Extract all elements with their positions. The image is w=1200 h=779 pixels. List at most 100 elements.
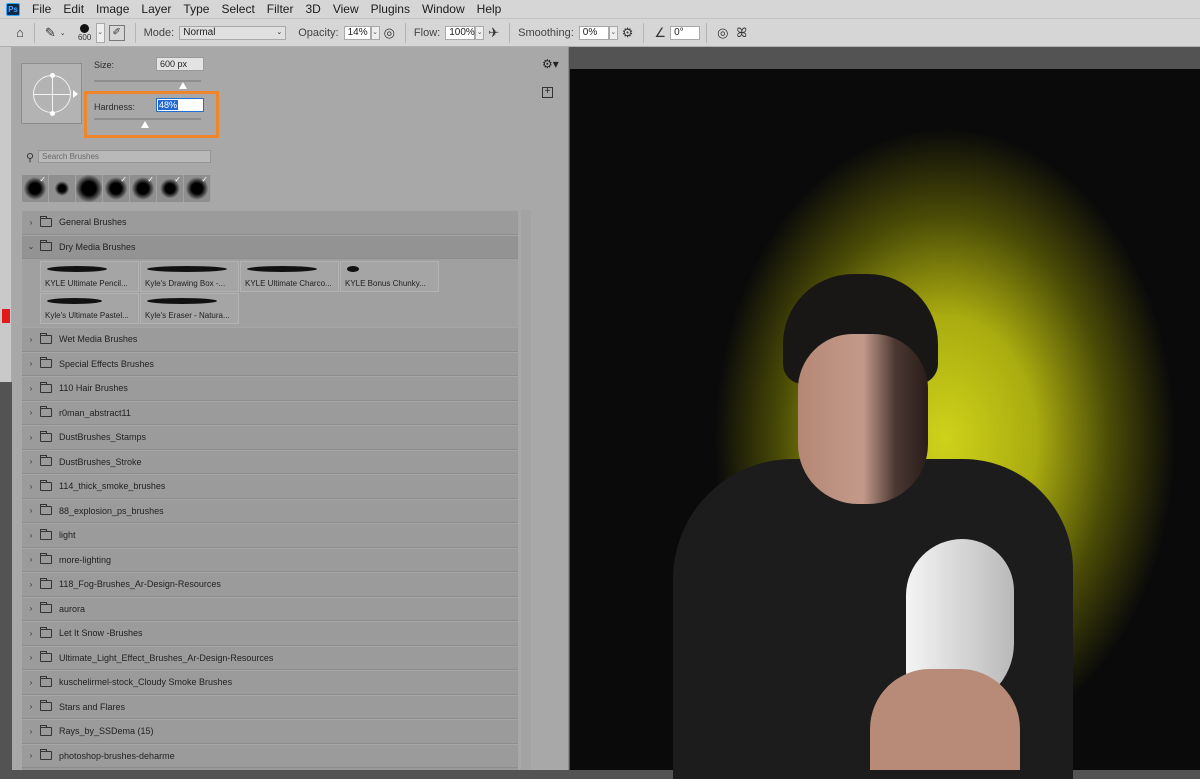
size-slider-thumb[interactable] bbox=[178, 82, 187, 89]
menu-image[interactable]: Image bbox=[90, 0, 135, 18]
brush-tip-preview[interactable] bbox=[21, 63, 82, 124]
chevron-right-icon[interactable]: › bbox=[22, 384, 40, 393]
brush-group-row[interactable]: › DustBrushes_Stroke bbox=[22, 449, 518, 474]
chevron-right-icon[interactable]: › bbox=[22, 678, 40, 687]
roundness-handle[interactable] bbox=[50, 73, 55, 78]
document-canvas[interactable] bbox=[570, 47, 1200, 779]
chevron-right-icon[interactable]: › bbox=[22, 580, 40, 589]
smoothing-dropdown[interactable]: ⌄ bbox=[608, 25, 618, 40]
brush-group-row[interactable]: › more-lighting bbox=[22, 547, 518, 572]
angle-arrow-icon[interactable] bbox=[73, 90, 78, 98]
new-preset-icon[interactable]: + bbox=[542, 87, 553, 98]
brush-group-row[interactable]: › 110 Hair Brushes bbox=[22, 376, 518, 401]
brush-group-row[interactable]: › kuschelirmel-stock_Cloudy Smoke Brushes bbox=[22, 670, 518, 695]
flow-field[interactable]: 100% bbox=[445, 25, 476, 40]
gear-icon[interactable]: ⚙ bbox=[622, 25, 634, 41]
brush-group-row[interactable]: › Rays_by_SSDema (15) bbox=[22, 719, 518, 744]
panel-gear-icon[interactable]: ⚙▾ bbox=[542, 57, 559, 71]
roundness-handle[interactable] bbox=[50, 111, 55, 116]
chevron-right-icon[interactable]: › bbox=[22, 359, 40, 368]
pressure-size-icon[interactable]: ◎ bbox=[717, 25, 728, 41]
recent-brush-swatch[interactable]: ✓ bbox=[157, 175, 184, 202]
menu-type[interactable]: Type bbox=[177, 0, 215, 18]
smoothing-field[interactable]: 0% bbox=[578, 25, 609, 40]
pressure-opacity-icon[interactable]: ◎ bbox=[384, 25, 395, 41]
chevron-right-icon[interactable]: › bbox=[22, 751, 40, 760]
chevron-right-icon[interactable]: › bbox=[22, 531, 40, 540]
brush-group-row[interactable]: › 118_Fog-Brushes_Ar-Design-Resources bbox=[22, 572, 518, 597]
recent-brush-swatch[interactable] bbox=[76, 174, 103, 203]
brush-group-row[interactable]: ⌄ Dry Media Brushes bbox=[22, 234, 518, 259]
scrollbar[interactable] bbox=[521, 210, 531, 770]
chevron-right-icon[interactable]: › bbox=[22, 727, 40, 736]
brush-preset-item[interactable]: KYLE Ultimate Pencil... bbox=[40, 261, 139, 292]
foreground-color-swatch[interactable] bbox=[2, 309, 10, 323]
chevron-right-icon[interactable]: › bbox=[22, 653, 40, 662]
chevron-right-icon[interactable]: › bbox=[22, 629, 40, 638]
recent-brush-swatch[interactable]: ✓ bbox=[103, 175, 130, 202]
brush-group-label: light bbox=[59, 530, 76, 541]
home-icon[interactable]: ⌂ bbox=[16, 25, 24, 40]
chevron-down-icon[interactable]: ⌄ bbox=[22, 242, 40, 251]
menu-3d[interactable]: 3D bbox=[299, 0, 326, 18]
chevron-right-icon[interactable]: › bbox=[22, 482, 40, 491]
tool-preset-dropdown[interactable]: ⌄ bbox=[60, 29, 66, 37]
brush-group-row[interactable]: › Special Effects Brushes bbox=[22, 351, 518, 376]
recent-brush-swatch[interactable]: ✓ bbox=[184, 175, 211, 202]
search-input[interactable]: Search Brushes bbox=[38, 150, 211, 163]
chevron-right-icon[interactable]: › bbox=[22, 457, 40, 466]
recent-brush-swatch[interactable] bbox=[49, 175, 76, 202]
brush-group-row[interactable]: › light bbox=[22, 523, 518, 548]
menu-window[interactable]: Window bbox=[416, 0, 471, 18]
brush-group-row[interactable]: › Wet Media Brushes bbox=[22, 327, 518, 352]
symmetry-butterfly-icon[interactable]: ꕤ bbox=[736, 25, 747, 41]
brush-tool-icon[interactable]: ✎ bbox=[45, 25, 56, 41]
recent-brush-swatch[interactable]: ✓ bbox=[22, 175, 49, 202]
brush-group-row[interactable]: › General Brushes bbox=[22, 210, 518, 235]
brush-preset-item[interactable]: Kyle's Eraser - Natura... bbox=[140, 293, 239, 324]
menu-plugins[interactable]: Plugins bbox=[365, 0, 416, 18]
brush-group-row[interactable]: › aurora bbox=[22, 596, 518, 621]
brush-preset-item[interactable]: KYLE Bonus Chunky... bbox=[340, 261, 439, 292]
angle-field[interactable]: 0° bbox=[670, 25, 701, 40]
brush-group-row[interactable]: › DustBrushes_Stamps bbox=[22, 425, 518, 450]
chevron-right-icon[interactable]: › bbox=[22, 604, 40, 613]
hand-shape bbox=[870, 669, 1020, 770]
brush-group-row[interactable]: › r0man_abstract11 bbox=[22, 400, 518, 425]
menu-help[interactable]: Help bbox=[471, 0, 508, 18]
menu-file[interactable]: File bbox=[26, 0, 57, 18]
opacity-field[interactable]: 14% bbox=[343, 25, 371, 40]
brush-settings-icon[interactable]: ✐ bbox=[108, 24, 125, 41]
chevron-right-icon[interactable]: › bbox=[22, 335, 40, 344]
chevron-right-icon[interactable]: › bbox=[22, 433, 40, 442]
menu-layer[interactable]: Layer bbox=[135, 0, 177, 18]
brush-group-label: Stars and Flares bbox=[59, 701, 126, 712]
airbrush-icon[interactable]: ✈ bbox=[488, 25, 499, 41]
brush-preset-item[interactable]: KYLE Ultimate Charco... bbox=[240, 261, 339, 292]
menu-view[interactable]: View bbox=[327, 0, 365, 18]
menu-filter[interactable]: Filter bbox=[261, 0, 300, 18]
brush-group-row[interactable]: › photoshop-brushes-deharme bbox=[22, 743, 518, 768]
chevron-right-icon[interactable]: › bbox=[22, 408, 40, 417]
recent-brush-swatch[interactable]: ✓ bbox=[130, 175, 157, 202]
flow-dropdown[interactable]: ⌄ bbox=[475, 25, 485, 40]
chevron-right-icon[interactable]: › bbox=[22, 702, 40, 711]
brush-group-row[interactable]: › 114_thick_smoke_brushes bbox=[22, 474, 518, 499]
chevron-right-icon[interactable]: › bbox=[22, 218, 40, 227]
brush-preset-item[interactable]: Kyle's Drawing Box -... bbox=[140, 261, 239, 292]
brush-group-row[interactable]: › Stars and Flares bbox=[22, 694, 518, 719]
brush-group-row[interactable]: › Let It Snow -Brushes bbox=[22, 621, 518, 646]
chevron-right-icon[interactable]: › bbox=[22, 506, 40, 515]
brush-group-row[interactable]: › Ultimate_Light_Effect_Brushes_Ar-Design… bbox=[22, 645, 518, 670]
menu-edit[interactable]: Edit bbox=[57, 0, 90, 18]
brush-preset-dropdown[interactable]: ⌄ bbox=[95, 22, 105, 43]
brush-preset-panel: Size: 600 px Hardness: 48% ⚙▾ + ⚲ Search… bbox=[12, 47, 569, 770]
opacity-dropdown[interactable]: ⌄ bbox=[370, 25, 380, 40]
chevron-right-icon[interactable]: › bbox=[22, 555, 40, 564]
brush-preset-picker[interactable]: 600 bbox=[74, 23, 96, 42]
brush-group-row[interactable]: › 88_explosion_ps_brushes bbox=[22, 498, 518, 523]
brush-preset-item[interactable]: Kyle's Ultimate Pastel... bbox=[40, 293, 139, 324]
mode-select[interactable]: Normal ⌄ bbox=[179, 25, 287, 40]
size-input[interactable]: 600 px bbox=[156, 57, 204, 71]
menu-select[interactable]: Select bbox=[215, 0, 260, 18]
